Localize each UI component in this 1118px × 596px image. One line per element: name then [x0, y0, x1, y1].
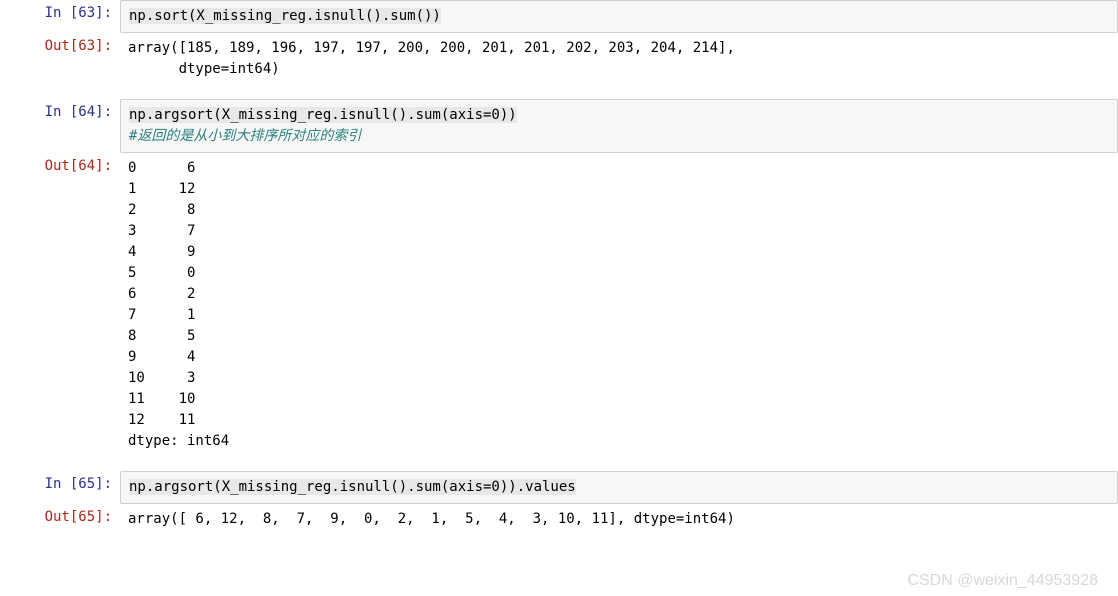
code-input-63[interactable]: np.sort(X_missing_reg.isnull().sum()) — [120, 0, 1118, 33]
code-highlight-64: np.argsort(X_missing_reg.isnull().sum(ax… — [129, 107, 517, 123]
watermark: CSDN @weixin_44953928 — [907, 572, 1098, 590]
cell-63-output: Out[63]: array([185, 189, 196, 197, 197,… — [0, 33, 1118, 85]
out-prompt-64: Out[64]: — [0, 153, 120, 457]
output-text-64: 0 6 1 12 2 8 3 7 4 9 5 0 6 2 7 1 8 5 9 4… — [120, 153, 1118, 457]
output-text-63: array([185, 189, 196, 197, 197, 200, 200… — [120, 33, 1118, 85]
cell-64-input: In [64]: np.argsort(X_missing_reg.isnull… — [0, 99, 1118, 153]
code-comment-64: #返回的是从小到大排序所对应的索引 — [129, 128, 361, 144]
cell-65-output: Out[65]: array([ 6, 12, 8, 7, 9, 0, 2, 1… — [0, 504, 1118, 535]
output-text-65: array([ 6, 12, 8, 7, 9, 0, 2, 1, 5, 4, 3… — [120, 504, 1118, 535]
spacer — [0, 85, 1118, 99]
cell-65-input: In [65]: np.argsort(X_missing_reg.isnull… — [0, 471, 1118, 504]
notebook-container: In [63]: np.sort(X_missing_reg.isnull().… — [0, 0, 1118, 596]
code-input-64[interactable]: np.argsort(X_missing_reg.isnull().sum(ax… — [120, 99, 1118, 153]
out-prompt-63: Out[63]: — [0, 33, 120, 85]
code-highlight-63: np.sort(X_missing_reg.isnull().sum()) — [129, 8, 441, 24]
code-input-65[interactable]: np.argsort(X_missing_reg.isnull().sum(ax… — [120, 471, 1118, 504]
in-prompt-64: In [64]: — [0, 99, 120, 153]
spacer — [0, 457, 1118, 471]
cell-63-input: In [63]: np.sort(X_missing_reg.isnull().… — [0, 0, 1118, 33]
cell-64-output: Out[64]: 0 6 1 12 2 8 3 7 4 9 5 0 6 2 7 … — [0, 153, 1118, 457]
code-highlight-65: np.argsort(X_missing_reg.isnull().sum(ax… — [129, 479, 576, 495]
in-prompt-63: In [63]: — [0, 0, 120, 33]
out-prompt-65: Out[65]: — [0, 504, 120, 535]
in-prompt-65: In [65]: — [0, 471, 120, 504]
